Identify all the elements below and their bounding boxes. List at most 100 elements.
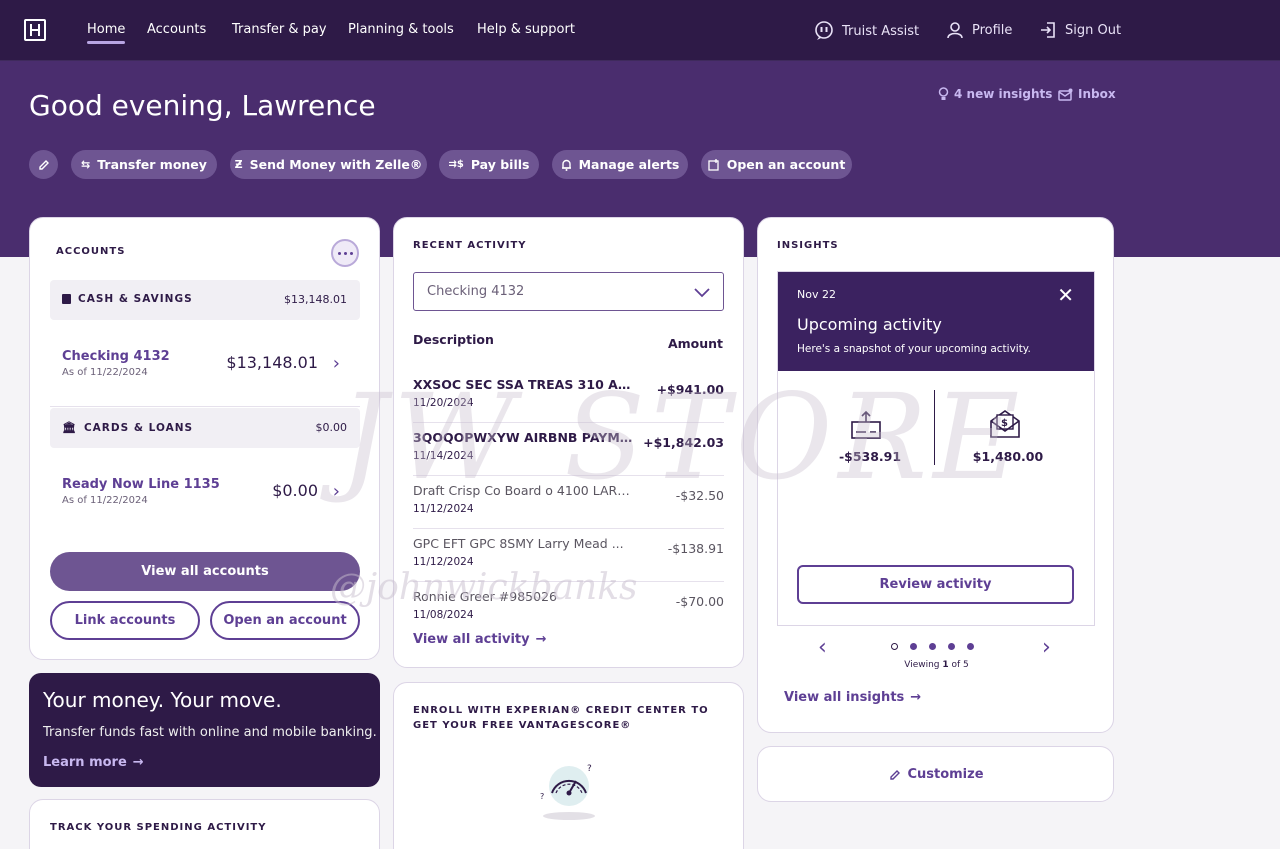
pencil-icon	[890, 769, 901, 780]
transaction-row[interactable]: XXSOC SEC SSA TREAS 310 AS... 11/20/2024…	[413, 370, 724, 423]
recent-activity-card: RECENT ACTIVITY Checking 4132 Descriptio…	[393, 217, 744, 668]
outgoing-amount: -$538.91	[838, 449, 902, 464]
nav-accounts[interactable]: Accounts	[147, 22, 206, 37]
top-navigation: Home Accounts Transfer & pay Planning & …	[0, 0, 1280, 61]
view-all-accounts-button[interactable]: View all accounts	[50, 552, 360, 591]
carousel-dot[interactable]	[929, 643, 936, 650]
spending-title: TRACK YOUR SPENDING ACTIVITY	[50, 822, 267, 833]
transaction-date: 11/20/2024	[413, 397, 474, 409]
nav-transfer-pay[interactable]: Transfer & pay	[232, 22, 327, 37]
loan-account-name: Ready Now Line 1135	[62, 477, 220, 492]
user-icon	[947, 22, 963, 39]
carousel-position: Viewing 1 of 5	[758, 660, 1115, 670]
transfer-money-label: Transfer money	[97, 157, 207, 172]
carousel-dot[interactable]	[967, 643, 974, 650]
customize-label: Customize	[907, 767, 984, 782]
promo-card: Your money. Your move. Transfer funds fa…	[29, 673, 380, 787]
experian-card: ENROLL WITH EXPERIAN® CREDIT CENTER TO G…	[393, 682, 744, 849]
insight-heading: Upcoming activity	[797, 315, 942, 334]
inbox-label: Inbox	[1078, 87, 1116, 101]
loan-account-row[interactable]: Ready Now Line 1135 As of 11/22/2024 $0.…	[62, 477, 362, 517]
svg-text:?: ?	[540, 792, 544, 801]
customize-link[interactable]: Customize	[758, 767, 1115, 782]
review-activity-button[interactable]: Review activity	[797, 565, 1074, 604]
chevron-down-icon	[694, 288, 710, 298]
carousel-dot[interactable]	[948, 643, 955, 650]
inbox-link[interactable]: Inbox	[1058, 87, 1116, 101]
cash-savings-header: CASH & SAVINGS $13,148.01	[50, 280, 360, 320]
transaction-row[interactable]: Ronnie Greer #985026 11/08/2024 -$70.00	[413, 582, 724, 635]
chat-assist-icon	[815, 21, 833, 40]
transaction-row[interactable]: GPC EFT GPC 8SMY Larry Mead ... 11/12/20…	[413, 529, 724, 582]
transfer-money-button[interactable]: ⇆ Transfer money	[71, 150, 217, 179]
link-accounts-button[interactable]: Link accounts	[50, 601, 200, 640]
viewing-suffix: of 5	[948, 660, 969, 670]
transaction-row[interactable]: 3QOQOPWXYW AIRBNB PAYME... 11/14/2024 +$…	[413, 423, 724, 476]
transaction-description: 3QOQOPWXYW AIRBNB PAYME...	[413, 430, 633, 445]
cards-loans-label: CARDS & LOANS	[83, 421, 194, 434]
nav-planning-tools[interactable]: Planning & tools	[348, 22, 454, 37]
col-amount: Amount	[667, 336, 723, 351]
cash-savings-total: $13,148.01	[284, 293, 347, 306]
viewing-prefix: Viewing	[904, 660, 943, 670]
transaction-description: Ronnie Greer #985026	[413, 589, 557, 604]
sign-out-icon	[1041, 22, 1055, 38]
insight-subtitle: Here's a snapshot of your upcoming activ…	[797, 343, 1031, 355]
sign-out-link[interactable]: Sign Out	[1039, 21, 1121, 39]
insights-card: INSIGHTS Nov 22 ✕ Upcoming activity Here…	[757, 217, 1114, 733]
transaction-date: 11/12/2024	[413, 556, 474, 568]
transaction-amount: +$941.00	[656, 382, 724, 397]
new-insights-link[interactable]: 4 new insights	[938, 87, 1052, 101]
account-select[interactable]: Checking 4132	[413, 272, 724, 311]
open-account-icon	[708, 158, 719, 171]
divider	[50, 406, 360, 407]
incoming-envelope-icon: $	[990, 410, 1020, 438]
pay-bills-button[interactable]: ⇉$ Pay bills	[439, 150, 539, 179]
transaction-row[interactable]: Draft Crisp Co Board o 4100 LARR... 11/1…	[413, 476, 724, 529]
chevron-right-icon: ›	[332, 481, 340, 502]
truist-assist-link[interactable]: Truist Assist	[814, 21, 919, 41]
chevron-left-icon[interactable]: ‹	[818, 635, 827, 660]
carousel-dot[interactable]	[910, 643, 917, 650]
loan-balance: $0.00	[272, 481, 318, 500]
open-account-button[interactable]: Open an account	[210, 601, 360, 640]
carousel-dots	[891, 643, 974, 650]
bank-icon: 🏛	[62, 421, 77, 434]
checking-account-row[interactable]: Checking 4132 As of 11/22/2024 $13,148.0…	[62, 349, 362, 389]
insight-panel: Nov 22 ✕ Upcoming activity Here's a snap…	[777, 271, 1095, 626]
cards-loans-header: 🏛 CARDS & LOANS $0.00	[50, 408, 360, 448]
checking-balance: $13,148.01	[226, 353, 318, 372]
nav-help-support[interactable]: Help & support	[477, 22, 575, 37]
chevron-right-icon[interactable]: ›	[1042, 635, 1051, 660]
transaction-description: XXSOC SEC SSA TREAS 310 AS...	[413, 377, 633, 392]
divider	[934, 390, 935, 465]
send-money-zelle-button[interactable]: Ƶ Send Money with Zelle®	[230, 150, 427, 179]
view-all-insights-link[interactable]: View all insights →	[784, 690, 921, 705]
send-money-zelle-label: Send Money with Zelle®	[249, 157, 423, 172]
carousel-dot[interactable]	[891, 643, 898, 650]
arrow-right-icon: →	[910, 690, 922, 705]
nav-home[interactable]: Home	[87, 22, 126, 44]
transaction-amount: -$138.91	[667, 541, 724, 556]
checking-as-of: As of 11/22/2024	[62, 367, 148, 378]
profile-link[interactable]: Profile	[946, 21, 1012, 39]
customize-card[interactable]: Customize	[757, 746, 1114, 802]
checking-account-name: Checking 4132	[62, 349, 170, 364]
new-insights-label: 4 new insights	[954, 87, 1053, 101]
open-account-shortcut-button[interactable]: Open an account	[701, 150, 852, 179]
transaction-date: 11/14/2024	[413, 450, 474, 462]
bell-icon	[561, 159, 571, 171]
close-icon[interactable]: ✕	[1057, 285, 1074, 305]
sign-out-label: Sign Out	[1065, 22, 1122, 38]
outgoing-check-icon	[851, 410, 881, 439]
incoming-amount: $1,480.00	[972, 449, 1044, 464]
more-dots-icon[interactable]	[331, 239, 359, 267]
learn-more-link[interactable]: Learn more →	[43, 755, 144, 770]
wallet-icon	[62, 294, 71, 304]
view-all-activity-link[interactable]: View all activity →	[413, 632, 547, 647]
truist-logo-icon[interactable]	[24, 19, 46, 41]
manage-alerts-button[interactable]: Manage alerts	[552, 150, 688, 179]
edit-shortcuts-button[interactable]	[29, 150, 58, 179]
insights-title: INSIGHTS	[777, 240, 839, 251]
experian-title: ENROLL WITH EXPERIAN® CREDIT CENTER TO G…	[413, 705, 709, 731]
